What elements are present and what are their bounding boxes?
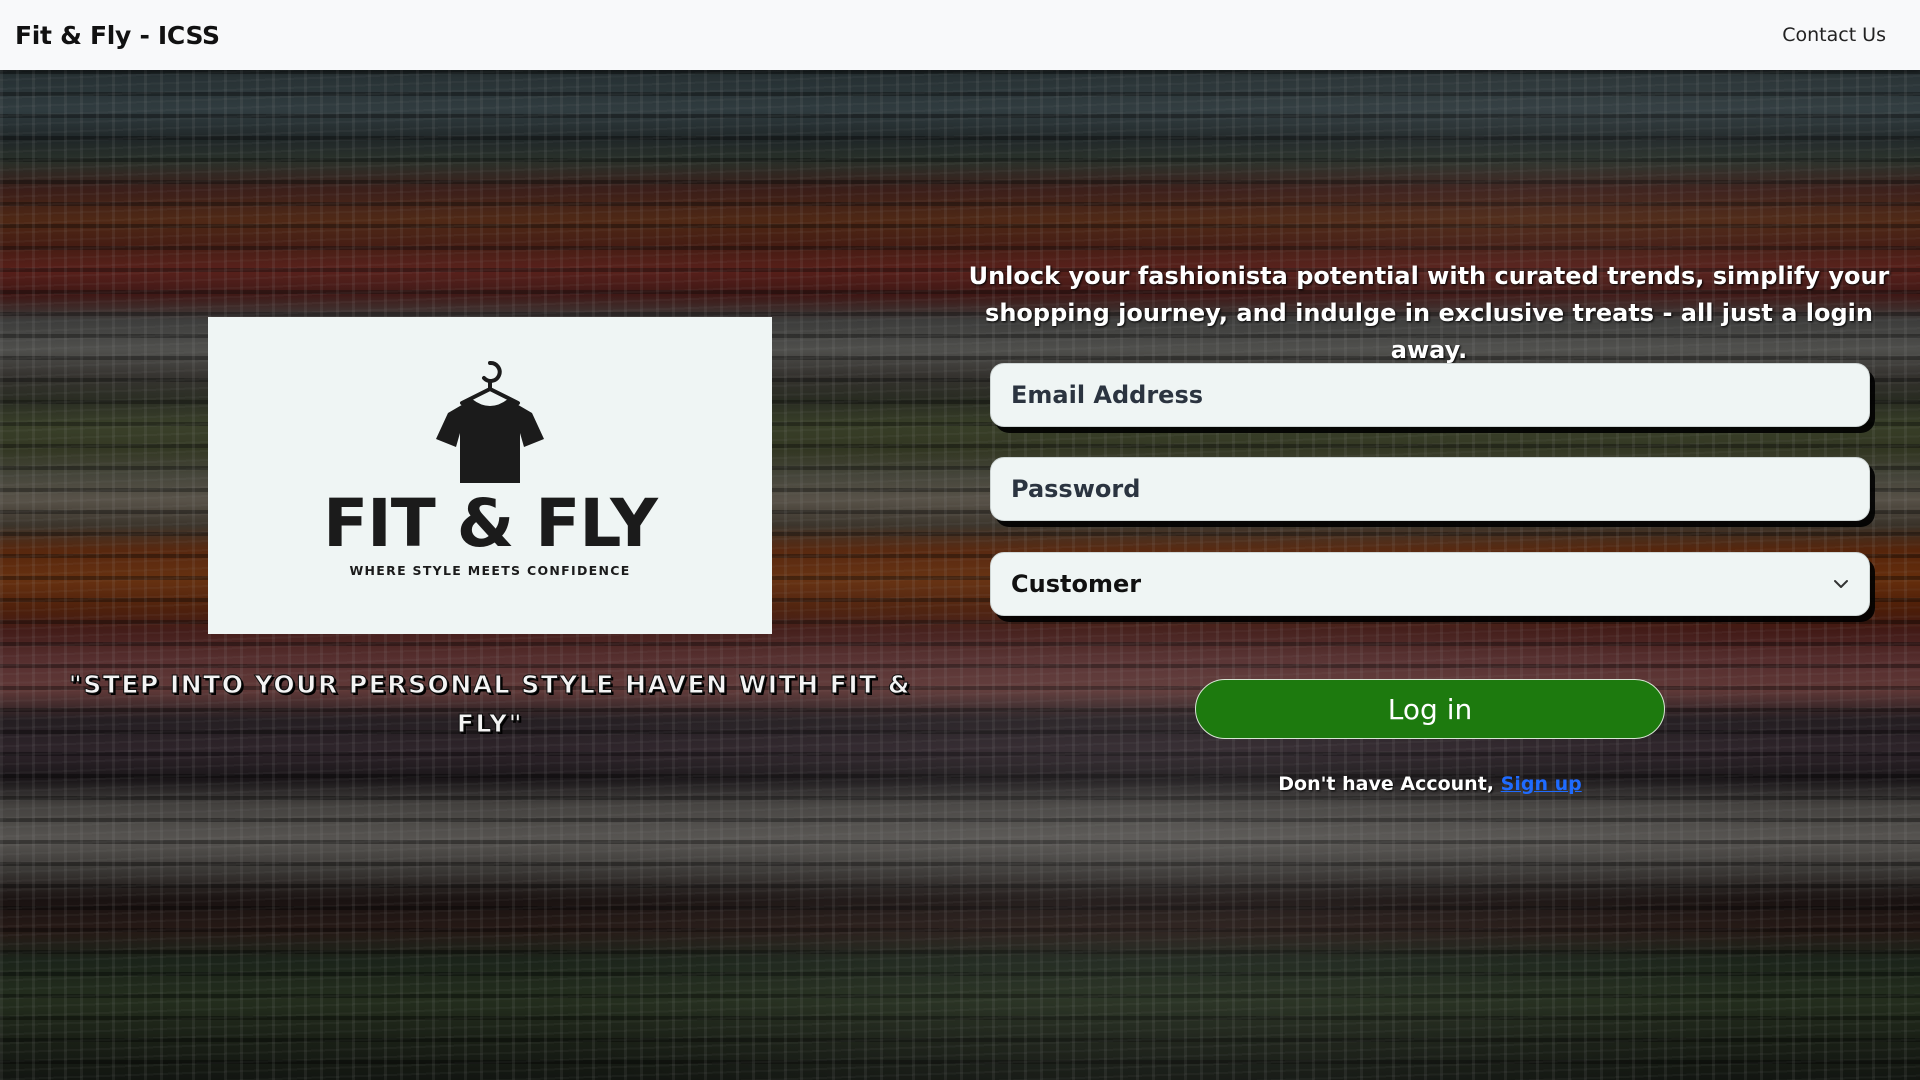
logo-tagline: WHERE STYLE MEETS CONFIDENCE: [349, 563, 631, 578]
contact-us-link[interactable]: Contact Us: [1782, 24, 1886, 46]
password-field[interactable]: [990, 457, 1870, 521]
role-select[interactable]: Customer: [990, 552, 1870, 616]
login-button[interactable]: Log in: [1195, 679, 1665, 739]
brand-title[interactable]: Fit & Fly - ICSS: [15, 21, 220, 50]
signup-link[interactable]: Sign up: [1501, 773, 1582, 795]
role-select-value: Customer: [1011, 570, 1142, 598]
chevron-down-icon: [1834, 580, 1848, 588]
main-content: FIT & FLY WHERE STYLE MEETS CONFIDENCE "…: [0, 70, 1920, 1080]
brand-quote: "Step into your personal style haven wit…: [68, 670, 912, 739]
brand-logo-card: FIT & FLY WHERE STYLE MEETS CONFIDENCE: [208, 317, 772, 634]
navbar: Fit & Fly - ICSS Contact Us: [0, 0, 1920, 70]
login-intro-text: Unlock your fashionista potential with c…: [968, 262, 1890, 364]
shirt-on-hanger-icon: [436, 361, 544, 483]
email-field[interactable]: [990, 363, 1870, 427]
signup-prompt: Don't have Account,: [1278, 773, 1495, 795]
signup-prompt-line: Don't have Account, Sign up: [1195, 773, 1665, 795]
logo-title: FIT & FLY: [323, 485, 658, 562]
